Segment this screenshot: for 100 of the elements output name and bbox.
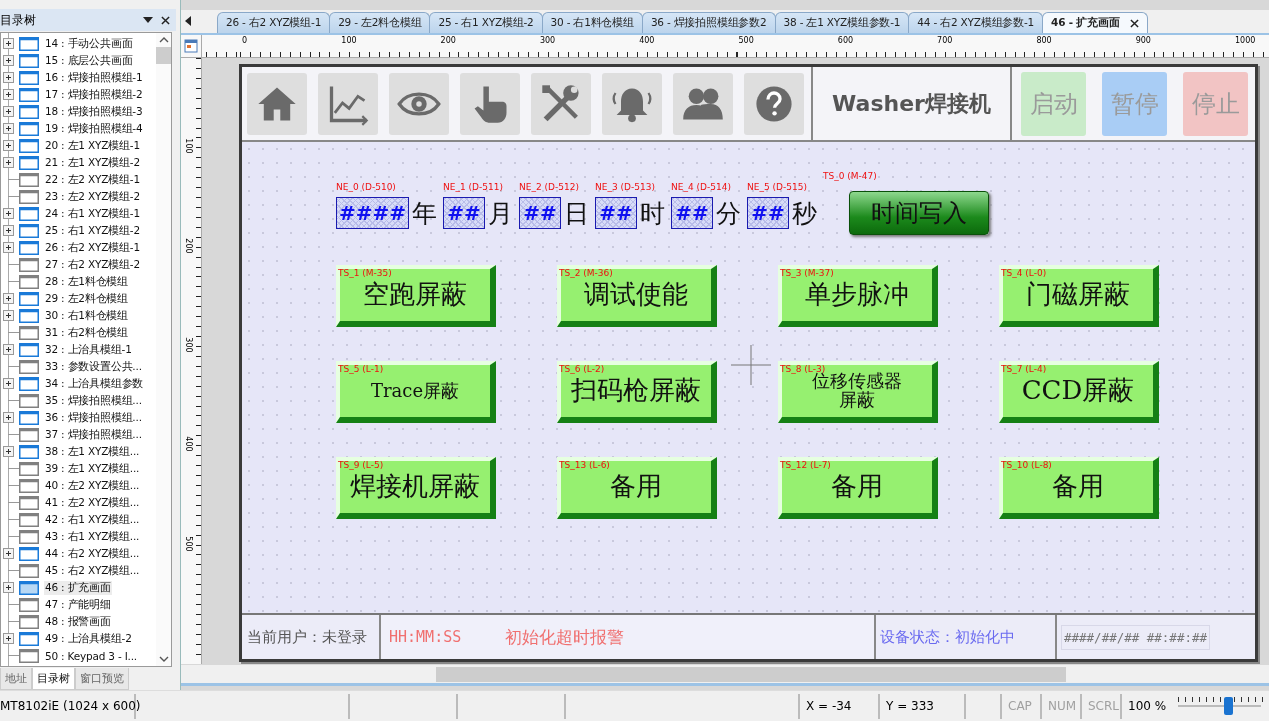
scrollbar[interactable] bbox=[156, 33, 171, 666]
tree-item[interactable]: 20 : 左1 XYZ模组-1 bbox=[44, 138, 141, 153]
expand-icon[interactable] bbox=[3, 242, 14, 253]
document-tab[interactable]: 36 - 焊接拍照模组参数2 bbox=[641, 12, 776, 33]
tree-item[interactable]: 46 : 扩充画面 bbox=[44, 580, 112, 595]
tree-item[interactable]: 43 : 右1 XYZ模组... bbox=[44, 529, 141, 544]
expand-icon[interactable] bbox=[3, 293, 14, 304]
tree-item[interactable]: 17 : 焊接拍照模组-2 bbox=[44, 87, 144, 102]
tree-item[interactable]: 28 : 左1料仓模组 bbox=[44, 274, 130, 289]
expand-icon[interactable] bbox=[3, 582, 14, 593]
expand-icon[interactable] bbox=[3, 38, 14, 49]
tree-item[interactable]: 40 : 左2 XYZ模组... bbox=[44, 478, 141, 493]
toolbar-button[interactable] bbox=[389, 72, 449, 135]
tree-item[interactable]: 23 : 左2 XYZ模组-2 bbox=[44, 189, 141, 204]
tree-item[interactable]: 19 : 焊接拍照模组-4 bbox=[44, 121, 144, 136]
ruler-label: 400 bbox=[639, 36, 655, 46]
tree-item[interactable]: 25 : 右1 XYZ模组-2 bbox=[44, 223, 141, 238]
tree-item[interactable]: 29 : 左2料仓模组 bbox=[44, 291, 130, 306]
document-tab[interactable]: 25 - 右1 XYZ模组-2 bbox=[429, 12, 543, 33]
toolbar-button[interactable] bbox=[247, 72, 307, 135]
document-tab[interactable]: 26 - 右2 XYZ模组-1 bbox=[217, 12, 331, 33]
tree-item[interactable]: 48 : 报警画面 bbox=[44, 614, 112, 629]
expand-icon[interactable] bbox=[3, 446, 14, 457]
tree-item[interactable]: 50 : Keypad 3 - I... bbox=[44, 649, 138, 662]
panel-tab[interactable]: 目录树 bbox=[32, 668, 75, 690]
tree-item[interactable]: 36 : 焊接拍照模组... bbox=[44, 410, 143, 425]
toolbar-button[interactable] bbox=[673, 72, 733, 135]
expand-icon[interactable] bbox=[3, 55, 14, 66]
dropdown-icon[interactable] bbox=[143, 17, 153, 23]
toolbar-button[interactable] bbox=[531, 72, 591, 135]
document-tab[interactable]: 30 - 右1料仓模组 bbox=[541, 12, 643, 33]
tree-item[interactable]: 41 : 左2 XYZ模组... bbox=[44, 495, 141, 510]
scroll-down-icon[interactable] bbox=[158, 656, 169, 662]
tree-item[interactable]: 18 : 焊接拍照模组-3 bbox=[44, 104, 144, 119]
document-tab[interactable]: 38 - 左1 XYZ模组参数-1 bbox=[774, 12, 910, 33]
ruler-label: 100 bbox=[183, 137, 193, 156]
expand-icon[interactable] bbox=[3, 72, 14, 83]
tree-item[interactable]: 21 : 左1 XYZ模组-2 bbox=[44, 155, 141, 170]
tree-item[interactable]: 15 : 底层公共画面 bbox=[44, 53, 134, 68]
toolbar-button[interactable] bbox=[602, 72, 662, 135]
slider-thumb[interactable] bbox=[1223, 697, 1233, 715]
expand-icon[interactable] bbox=[3, 89, 14, 100]
toolbar-button[interactable] bbox=[318, 72, 378, 135]
tree-item[interactable]: 32 : 上治具模组-1 bbox=[44, 342, 133, 357]
scroll-left-icon[interactable] bbox=[185, 16, 191, 26]
tree-item[interactable]: 49 : 上治具模组-2 bbox=[44, 631, 133, 646]
tree-item[interactable]: 39 : 左1 XYZ模组... bbox=[44, 461, 141, 476]
tree-item[interactable]: 44 : 右2 XYZ模组... bbox=[44, 546, 141, 561]
expand-icon[interactable] bbox=[3, 123, 14, 134]
tree-item[interactable]: 22 : 左2 XYZ模组-1 bbox=[44, 172, 141, 187]
number-field[interactable]: ## bbox=[747, 197, 790, 229]
scroll-up-icon[interactable] bbox=[158, 37, 169, 43]
expand-icon[interactable] bbox=[3, 106, 14, 117]
tree-item[interactable]: 30 : 右1料仓模组 bbox=[44, 308, 130, 323]
expand-icon[interactable] bbox=[3, 378, 14, 389]
expand-icon[interactable] bbox=[3, 310, 14, 321]
write-time-button[interactable]: 时间写入 bbox=[849, 191, 990, 235]
scrollbar[interactable] bbox=[181, 665, 1269, 686]
tree-item[interactable]: 26 : 右2 XYZ模组-1 bbox=[44, 240, 141, 255]
toolbar-button[interactable] bbox=[744, 72, 804, 135]
ruler-label: 500 bbox=[183, 534, 193, 554]
expand-icon[interactable] bbox=[3, 140, 14, 151]
tree-item[interactable]: 35 : 焊接拍照模组... bbox=[44, 393, 143, 408]
document-tab[interactable]: 46 - 扩充画面 bbox=[1042, 12, 1148, 33]
unit-label: 秒 bbox=[792, 197, 818, 230]
number-field[interactable]: ## bbox=[671, 197, 714, 229]
expand-icon[interactable] bbox=[3, 157, 14, 168]
number-field[interactable]: #### bbox=[336, 197, 410, 229]
tree-item[interactable]: 14 : 手动公共画面 bbox=[44, 36, 134, 51]
close-icon[interactable] bbox=[161, 15, 170, 25]
tree-item[interactable]: 37 : 焊接拍照模组... bbox=[44, 427, 143, 442]
toolbar-button[interactable] bbox=[460, 72, 520, 135]
number-field[interactable]: ## bbox=[595, 197, 638, 229]
tree-item[interactable]: 38 : 左1 XYZ模组... bbox=[44, 444, 141, 459]
tree-item[interactable]: 27 : 右2 XYZ模组-2 bbox=[44, 257, 141, 272]
tree-item[interactable]: 42 : 右1 XYZ模组... bbox=[44, 512, 141, 527]
expand-icon[interactable] bbox=[3, 548, 14, 559]
tree-item[interactable]: 47 : 产能明细 bbox=[44, 597, 112, 612]
expand-icon[interactable] bbox=[3, 344, 14, 355]
tree-item[interactable]: 16 : 焊接拍照模组-1 bbox=[44, 70, 144, 85]
scroll-thumb[interactable] bbox=[156, 47, 171, 64]
key-indicator: SCRL bbox=[1082, 693, 1122, 719]
scroll-thumb[interactable] bbox=[436, 666, 1066, 682]
tree-item[interactable]: 24 : 右1 XYZ模组-1 bbox=[44, 206, 141, 221]
tree-item[interactable]: 31 : 右2料仓模组 bbox=[44, 325, 130, 340]
expand-icon[interactable] bbox=[3, 633, 14, 644]
number-field[interactable]: ## bbox=[443, 197, 486, 229]
number-field[interactable]: ## bbox=[519, 197, 562, 229]
close-icon[interactable] bbox=[1129, 18, 1139, 28]
ruler-corner-icon[interactable] bbox=[181, 35, 202, 57]
document-tab[interactable]: 44 - 右2 XYZ模组参数-1 bbox=[908, 12, 1044, 33]
panel-tab[interactable]: 地址 bbox=[0, 668, 32, 690]
tree-item[interactable]: 45 : 右2 XYZ模组... bbox=[44, 563, 141, 578]
tree-item[interactable]: 34 : 上治具模组参数 bbox=[44, 376, 145, 391]
tree-item[interactable]: 33 : 参数设置公共... bbox=[44, 359, 143, 374]
expand-icon[interactable] bbox=[3, 208, 14, 219]
document-tab[interactable]: 29 - 左2料仓模组 bbox=[329, 12, 431, 33]
panel-tab[interactable]: 窗口预览 bbox=[75, 668, 129, 690]
expand-icon[interactable] bbox=[3, 412, 14, 423]
expand-icon[interactable] bbox=[3, 225, 14, 236]
